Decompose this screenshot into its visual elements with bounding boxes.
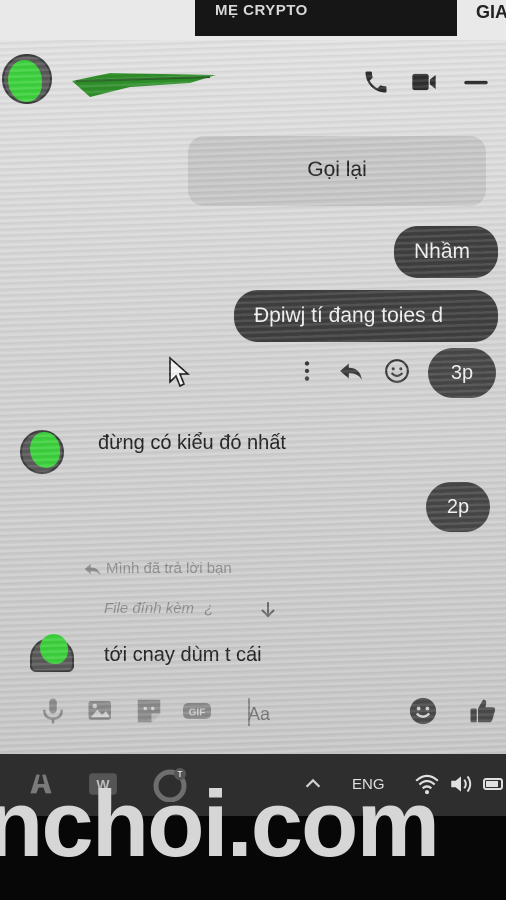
svg-text:GIF: GIF: [189, 708, 206, 719]
reply-indicator-icon: [84, 563, 101, 576]
attachment-label: File đính kèm: [104, 600, 195, 617]
avatar-redaction: [40, 634, 68, 664]
volume-icon[interactable]: [448, 770, 474, 798]
avatar-redaction: [8, 60, 42, 102]
battery-icon[interactable]: [482, 770, 506, 798]
chat-window: Gọi lại Nhầm Đpiwj tí đang toies d 3p đừ…: [0, 40, 506, 754]
sticker-icon[interactable]: [134, 696, 164, 726]
mouse-cursor-icon: [169, 356, 190, 388]
attachment-row[interactable]: File đính kèm ¿: [104, 600, 275, 618]
background-title-fragment: GIA: [476, 2, 506, 22]
incoming-message[interactable]: tới cnay dùm t cái: [104, 644, 262, 667]
gif-icon[interactable]: GIF: [182, 696, 212, 726]
timestamp-badge: 3p: [428, 348, 496, 398]
microphone-icon[interactable]: [38, 696, 68, 726]
watermark-text: nchoi.com: [0, 771, 440, 876]
like-icon[interactable]: [468, 696, 498, 726]
recalled-message: Gọi lại: [188, 136, 486, 206]
attachment-type-icon: ¿: [204, 600, 214, 617]
outgoing-message[interactable]: Đpiwj tí đang toies d: [234, 290, 498, 342]
react-emoji-icon[interactable]: [384, 358, 410, 384]
avatar-redaction: [30, 432, 60, 468]
photo-icon[interactable]: [86, 696, 116, 726]
message-text: Nhầm: [414, 240, 471, 263]
recalled-message-text: Gọi lại: [307, 158, 367, 181]
phone-icon[interactable]: [362, 68, 390, 96]
background-banner-text: MẸ CRYPTO: [215, 2, 308, 19]
contact-name-redaction: [72, 73, 216, 97]
incoming-message[interactable]: đừng có kiểu đó nhất: [98, 432, 286, 455]
message-composer: GIF: [0, 684, 506, 744]
message-text: Đpiwj tí đang toies d: [254, 304, 444, 327]
timestamp-badge: 2p: [426, 482, 490, 532]
message-input[interactable]: [246, 700, 400, 728]
chat-header: [0, 40, 506, 124]
video-call-icon[interactable]: [410, 68, 438, 96]
background-banner: MẸ CRYPTO: [195, 0, 457, 36]
reply-indicator-text: Mình đã trả lời bạn: [106, 560, 232, 577]
minimize-icon[interactable]: [462, 68, 490, 96]
outgoing-message[interactable]: Nhầm: [394, 226, 498, 278]
reply-indicator: Mình đã trả lời bạn: [84, 560, 232, 577]
emoji-icon[interactable]: [408, 696, 438, 726]
download-icon[interactable]: [258, 600, 278, 620]
reply-icon[interactable]: [338, 358, 364, 384]
more-options-icon[interactable]: [294, 358, 320, 384]
